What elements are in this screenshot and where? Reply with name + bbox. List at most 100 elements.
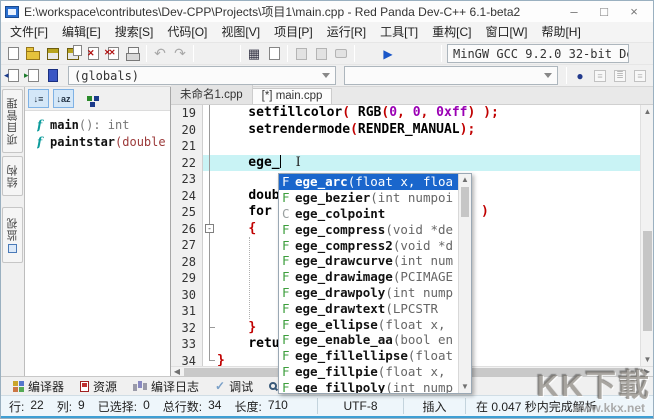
- completion-item-ege_fillpoly[interactable]: Fege_fillpoly(int nump: [279, 379, 458, 393]
- insert-mode-indicator: 插入: [403, 398, 465, 414]
- encoding-indicator: UTF-8: [317, 398, 403, 414]
- menu-item[interactable]: 编辑[E]: [55, 22, 108, 42]
- scroll-right-arrow[interactable]: ▶: [641, 367, 653, 376]
- close-all-icon[interactable]: [103, 44, 123, 64]
- find-icon[interactable]: [197, 44, 217, 64]
- menu-item[interactable]: 代码[O]: [160, 22, 214, 42]
- close-button[interactable]: ×: [619, 2, 649, 22]
- menu-item[interactable]: 重构[C]: [425, 22, 478, 42]
- popup-scrollbar[interactable]: ▲ ▼: [458, 174, 471, 393]
- indent-tool-3-icon[interactable]: ≡: [630, 66, 650, 86]
- line-number: 23: [171, 171, 196, 188]
- sidebar-tab-结构[interactable]: 结构: [2, 156, 23, 196]
- bottom-tab-编译器[interactable]: 编译器: [5, 378, 72, 395]
- compile-run-icon[interactable]: [398, 44, 418, 64]
- completion-item-ege_drawcurve[interactable]: Fege_drawcurve(int num: [279, 253, 458, 269]
- completion-item-ege_fillellipse[interactable]: Fege_fillellipse(float: [279, 348, 458, 364]
- completion-item-ege_bezier[interactable]: Fege_bezier(int numpoi: [279, 190, 458, 206]
- left-tab-strip: 项目管理结构监视: [1, 87, 25, 376]
- bottom-tab-编译日志[interactable]: 编译日志: [125, 378, 207, 395]
- swap-header-icon[interactable]: [264, 44, 284, 64]
- indent-tool-2-icon[interactable]: ≣: [610, 66, 630, 86]
- menu-item[interactable]: 帮助[H]: [534, 22, 587, 42]
- close-file-icon[interactable]: [83, 44, 103, 64]
- redo-icon[interactable]: ↷: [170, 44, 190, 64]
- filter-symbols-icon[interactable]: [87, 96, 92, 101]
- print-icon[interactable]: [123, 44, 143, 64]
- scrollbar-thumb[interactable]: [461, 187, 469, 217]
- completion-name: ege_enable_aa: [295, 332, 393, 347]
- completion-params: (PCIMAGE: [393, 269, 453, 284]
- compile-icon[interactable]: [358, 44, 378, 64]
- rebuild-icon[interactable]: [418, 44, 438, 64]
- scroll-up-arrow[interactable]: ▲: [459, 174, 471, 186]
- code-token: i: [217, 254, 287, 269]
- sidebar-tab-监视[interactable]: 监视: [2, 207, 23, 263]
- menu-item[interactable]: 运行[R]: [320, 22, 373, 42]
- tree-item-main[interactable]: fmain(): int: [37, 116, 170, 133]
- next-unit-icon[interactable]: [23, 66, 43, 86]
- add-watch-icon[interactable]: ●: [570, 66, 590, 86]
- code-token: ,: [421, 105, 437, 120]
- completion-item-ege_drawimage[interactable]: Fege_drawimage(PCIMAGE: [279, 269, 458, 285]
- menu-item[interactable]: 项目[P]: [267, 22, 320, 42]
- run-icon[interactable]: ▶: [378, 44, 398, 64]
- scroll-left-arrow[interactable]: ◀: [171, 367, 183, 376]
- minimize-button[interactable]: –: [559, 2, 589, 22]
- code-line-20[interactable]: setrendermode(RENDER_MANUAL);: [203, 122, 640, 139]
- bottom-tab-资源[interactable]: 资源: [72, 378, 125, 395]
- bottom-tab-调试[interactable]: ✓调试: [207, 378, 261, 395]
- save-icon[interactable]: [43, 44, 63, 64]
- forward-disabled-icon[interactable]: [311, 44, 331, 64]
- scroll-up-arrow[interactable]: ▲: [641, 105, 654, 118]
- tree-item-paintstar[interactable]: fpaintstar(double x, doub: [37, 133, 170, 150]
- symbols-table-icon[interactable]: ▦: [244, 44, 264, 64]
- fold-collapse-icon[interactable]: -: [205, 224, 214, 233]
- new-file-icon[interactable]: [3, 44, 23, 64]
- globals-combo[interactable]: (globals): [68, 66, 336, 85]
- save-all-icon[interactable]: [63, 44, 83, 64]
- completion-item-ege_fillpie[interactable]: Fege_fillpie(float x,: [279, 364, 458, 380]
- clear-disabled-icon[interactable]: [331, 44, 351, 64]
- menu-item[interactable]: 文件[F]: [3, 22, 55, 42]
- maximize-button[interactable]: □: [589, 2, 619, 22]
- scroll-down-arrow[interactable]: ▼: [459, 381, 471, 393]
- editor-tab-未命名1.cpp[interactable]: 未命名1.cpp: [171, 85, 253, 104]
- nav-toolbar-icons: [3, 66, 63, 86]
- code-line-22[interactable]: ege_I: [203, 155, 640, 172]
- menu-item[interactable]: 窗口[W]: [478, 22, 534, 42]
- menu-item[interactable]: 搜索[S]: [108, 22, 161, 42]
- file-browser-icon[interactable]: [43, 66, 63, 86]
- completion-item-ege_drawtext[interactable]: Fege_drawtext(LPCSTR: [279, 300, 458, 316]
- line-number: 32: [171, 320, 196, 337]
- code-line-21[interactable]: [203, 138, 640, 155]
- open-file-icon[interactable]: [23, 44, 43, 64]
- completion-item-ege_drawpoly[interactable]: Fege_drawpoly(int nump: [279, 285, 458, 301]
- code-line-19[interactable]: setfillcolor( RGB(0, 0, 0xff) );: [203, 105, 640, 122]
- scroll-down-arrow[interactable]: ▼: [641, 353, 654, 366]
- undo-icon[interactable]: ↶: [150, 44, 170, 64]
- completion-params: (int nump: [385, 285, 453, 300]
- sort-by-position-button[interactable]: ↓≡: [28, 89, 49, 108]
- completion-item-ege_arc[interactable]: Fege_arc(float x, floa: [279, 174, 458, 190]
- find-replace-icon[interactable]: [217, 44, 237, 64]
- member-combo[interactable]: [344, 66, 558, 85]
- completion-item-ege_ellipse[interactable]: Fege_ellipse(float x,: [279, 316, 458, 332]
- editor-vertical-scrollbar[interactable]: ▲ ▼: [640, 105, 653, 366]
- completion-item-ege_compress2[interactable]: Fege_compress2(void *d: [279, 237, 458, 253]
- completion-item-ege_enable_aa[interactable]: Fege_enable_aa(bool en: [279, 332, 458, 348]
- scrollbar-thumb[interactable]: [643, 231, 652, 331]
- code-token: [217, 320, 248, 335]
- sidebar-tab-项目管理[interactable]: 项目管理: [2, 89, 23, 153]
- indent-tool-1-icon[interactable]: ≡: [590, 66, 610, 86]
- completion-kind: F: [282, 269, 295, 284]
- menu-item[interactable]: 工具[T]: [373, 22, 425, 42]
- editor-tab-[*] main.cpp[interactable]: [*] main.cpp: [253, 88, 333, 104]
- completion-item-ege_colpoint[interactable]: Cege_colpoint: [279, 206, 458, 222]
- compiler-set-combo[interactable]: MinGW GCC 9.2.0 32-bit Debug: [447, 44, 629, 63]
- sort-alphabetically-button[interactable]: ↓az: [53, 89, 74, 108]
- menu-item[interactable]: 视图[V]: [214, 22, 267, 42]
- prev-unit-icon[interactable]: [3, 66, 23, 86]
- completion-item-ege_compress[interactable]: Fege_compress(void *de: [279, 221, 458, 237]
- back-disabled-icon[interactable]: [291, 44, 311, 64]
